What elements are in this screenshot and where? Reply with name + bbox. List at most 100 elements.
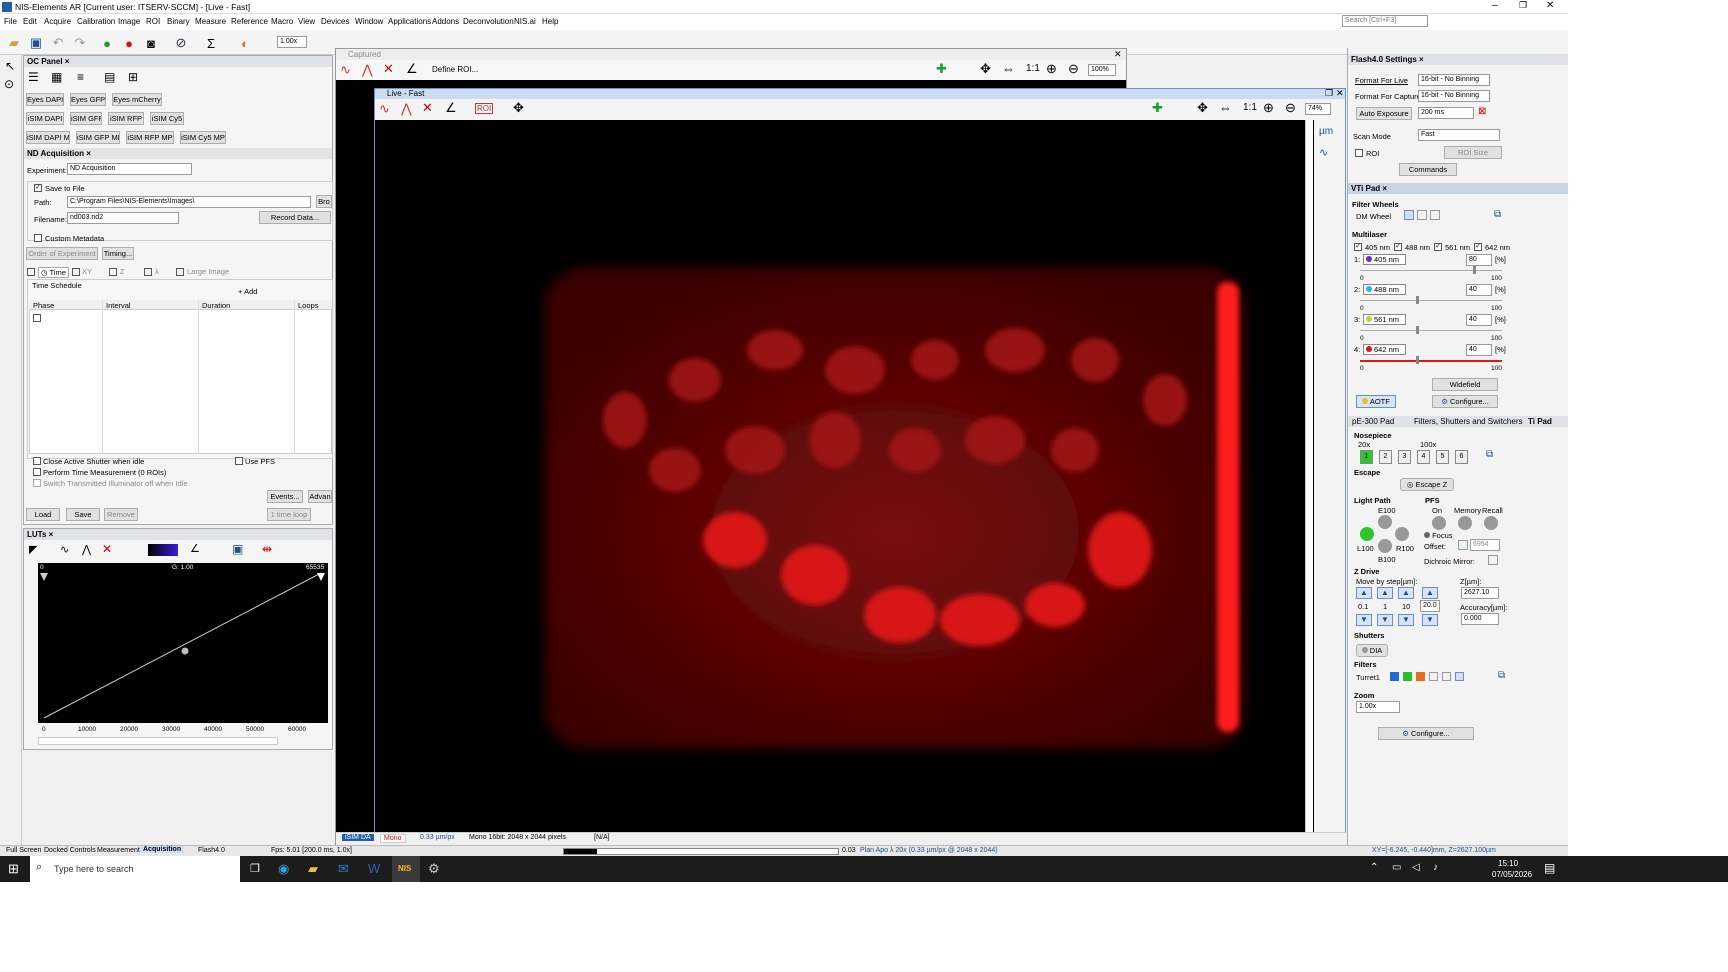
browse-button[interactable]: Bro — [316, 195, 332, 208]
tab-lambda[interactable]: λ — [155, 267, 159, 276]
tipad-configure-button[interactable]: ⚙ Configure... — [1378, 727, 1474, 740]
tab-ti-pad[interactable]: Ti Pad — [1528, 417, 1552, 426]
save-to-file-checkbox[interactable]: ✓ — [34, 184, 42, 192]
capture-icon[interactable]: ◙ — [142, 34, 160, 52]
add-phase-button[interactable]: + Add — [238, 287, 257, 296]
menu-edit[interactable]: Edit — [23, 17, 37, 26]
profile-icon[interactable]: ∿ — [1319, 146, 1328, 159]
roi-checkbox[interactable] — [1355, 149, 1363, 157]
nosepiece-popout-icon[interactable]: ⧉ — [1486, 449, 1493, 460]
list-view-icon[interactable]: ☰ — [28, 70, 39, 84]
live-zoomout-icon[interactable]: ⊖ — [1285, 100, 1296, 116]
lut-gamma-icon[interactable]: ∠ — [190, 542, 200, 555]
sort-icon[interactable]: ≡ — [77, 70, 84, 84]
turret-position-4[interactable] — [1429, 672, 1438, 681]
live-reset-icon[interactable]: ✕ — [422, 100, 433, 116]
tab-pe300[interactable]: pE-300 Pad — [1352, 417, 1394, 426]
time-measure-checkbox[interactable] — [33, 468, 41, 476]
oc-isim-gfp-mp[interactable]: iSIM GFP MP — [76, 131, 120, 144]
cap-curve2-icon[interactable]: ⋀ — [362, 62, 373, 78]
cap-curve-icon[interactable]: ∿ — [340, 62, 351, 78]
experiment-field[interactable]: ND Acquisition — [67, 163, 192, 175]
b100-button[interactable] — [1378, 539, 1392, 553]
menu-view[interactable]: View — [298, 17, 315, 26]
save-button[interactable]: Save — [66, 508, 100, 521]
widefield-button[interactable]: Widefield — [1432, 378, 1498, 391]
taskbar-search[interactable]: ⌕ Type here to search — [30, 856, 240, 882]
calibration-text[interactable]: 0.33 µm/px — [420, 834, 455, 841]
cap-width-icon[interactable]: ⇔ — [1002, 61, 1015, 76]
offset-toggle[interactable] — [1458, 540, 1468, 550]
objective-text[interactable]: Plan Apo λ 20x (0.33 µm/px @ 2048 x 2044… — [860, 847, 998, 854]
save-icon[interactable]: ▣ — [27, 34, 45, 52]
lut-auto-icon[interactable]: ⇹ — [262, 542, 272, 556]
z-checkbox[interactable] — [109, 268, 117, 276]
live-vscrollbar[interactable] — [1305, 120, 1313, 832]
captured-close-icon[interactable]: ✕ — [1114, 49, 1122, 60]
laser-line-button[interactable]: 561 nm — [1363, 314, 1407, 325]
live-image-area[interactable] — [375, 120, 1305, 832]
live-fit-icon[interactable]: ✥ — [1197, 100, 1208, 116]
laser-power-slider[interactable] — [1360, 300, 1502, 301]
remove-button[interactable]: Remove — [104, 508, 138, 521]
z-up-01-button[interactable]: ▲ — [1356, 587, 1372, 599]
live-zoom-field[interactable]: 74% — [1305, 103, 1331, 115]
restore-icon[interactable]: ❐ — [1519, 0, 1527, 11]
word-icon[interactable]: W — [368, 861, 380, 876]
laser-power-field[interactable]: 40 — [1466, 314, 1492, 326]
lut-scrollbar[interactable] — [38, 737, 278, 745]
events-button[interactable]: Events... — [267, 490, 303, 503]
live-zoomin-icon[interactable]: ⊕ — [1263, 100, 1274, 116]
gamma-handle[interactable] — [181, 647, 189, 655]
dm-position-1[interactable] — [1404, 210, 1414, 220]
undo-icon[interactable]: ↶ — [49, 34, 67, 52]
network-icon[interactable]: ▭ — [1392, 862, 1401, 873]
cap-zoom-field[interactable]: 100% — [1088, 64, 1116, 76]
laser-slider-thumb[interactable] — [1472, 266, 1476, 274]
live-gamma-icon[interactable]: ∠ — [445, 100, 457, 116]
menu-file[interactable]: File — [4, 17, 17, 26]
lut-curve2-icon[interactable]: ⋀ — [82, 543, 91, 556]
laser-power-field[interactable]: 40 — [1466, 344, 1492, 356]
laser-slider-thumb[interactable] — [1415, 326, 1419, 334]
tab-xy[interactable]: XY — [82, 267, 92, 276]
dia-shutter-button[interactable]: DIA — [1356, 644, 1388, 657]
format-capture-select[interactable]: 16-bit - No Binning — [1418, 90, 1490, 102]
close-shutter-checkbox[interactable] — [33, 457, 41, 465]
xyz-position-text[interactable]: XY=[-6.245, -0.440]mm, Z=2627.100µm — [1372, 847, 1496, 854]
lut-tool-icon[interactable]: ◤ — [29, 543, 37, 556]
live-close-icon[interactable]: ✕ — [1336, 88, 1344, 99]
nd-tab[interactable]: ND Acquisition × — [24, 148, 332, 159]
turret-position-2[interactable] — [1403, 672, 1412, 681]
oc-isim-cy5-mp[interactable]: iSIM Cy5 MP — [180, 131, 226, 144]
dichroic-toggle[interactable] — [1488, 555, 1498, 565]
laser-slider-thumb[interactable] — [1415, 296, 1419, 304]
lut-max-handle[interactable] — [317, 573, 325, 581]
windows-start-icon[interactable]: ⊞ — [8, 861, 19, 877]
laser-slider-thumb[interactable] — [1415, 356, 1419, 364]
tab-mono[interactable]: Mono — [380, 834, 406, 843]
dm-position-2[interactable] — [1417, 210, 1427, 220]
turret-popout-icon[interactable]: ⧉ — [1498, 670, 1505, 681]
dm-popout-icon[interactable]: ⧉ — [1494, 209, 1501, 220]
oc-isim-cy5[interactable]: iSIM Cy5 — [150, 112, 184, 125]
turret-position-6[interactable] — [1455, 672, 1464, 681]
path-field[interactable]: C:\Program Files\NIS-Elements\Images\ — [67, 196, 311, 208]
menu-macro[interactable]: Macro — [271, 17, 293, 26]
menu-window[interactable]: Window — [355, 17, 383, 26]
scan-mode-select[interactable]: Fast — [1418, 129, 1500, 141]
z-down-10-button[interactable]: ▼ — [1398, 614, 1414, 626]
unit-label[interactable]: µm — [1319, 126, 1333, 137]
oc-isim-rfp[interactable]: iSIM RFP — [108, 112, 144, 125]
oc-isim-dapi-mp[interactable]: iSIM DAPI MP — [26, 131, 70, 144]
menu-deconvolution[interactable]: Deconvolution — [463, 17, 514, 26]
live-curve2-icon[interactable]: ⋀ — [401, 101, 412, 117]
step-custom-field[interactable]: 20.0 — [1420, 600, 1440, 612]
format-live-select[interactable]: 16-bit - No Binning — [1418, 74, 1490, 86]
tab-time[interactable]: ◷ Time — [38, 267, 69, 278]
laser-642-checkbox[interactable]: ✓ — [1474, 243, 1482, 251]
nosepiece-position-4[interactable]: 4 — [1417, 450, 1430, 464]
tray-chevron-icon[interactable]: ⌃ — [1370, 862, 1378, 873]
laser-power-field[interactable]: 40 — [1466, 284, 1492, 296]
oc-eyes-dapi[interactable]: Eyes DAPI — [26, 93, 64, 106]
